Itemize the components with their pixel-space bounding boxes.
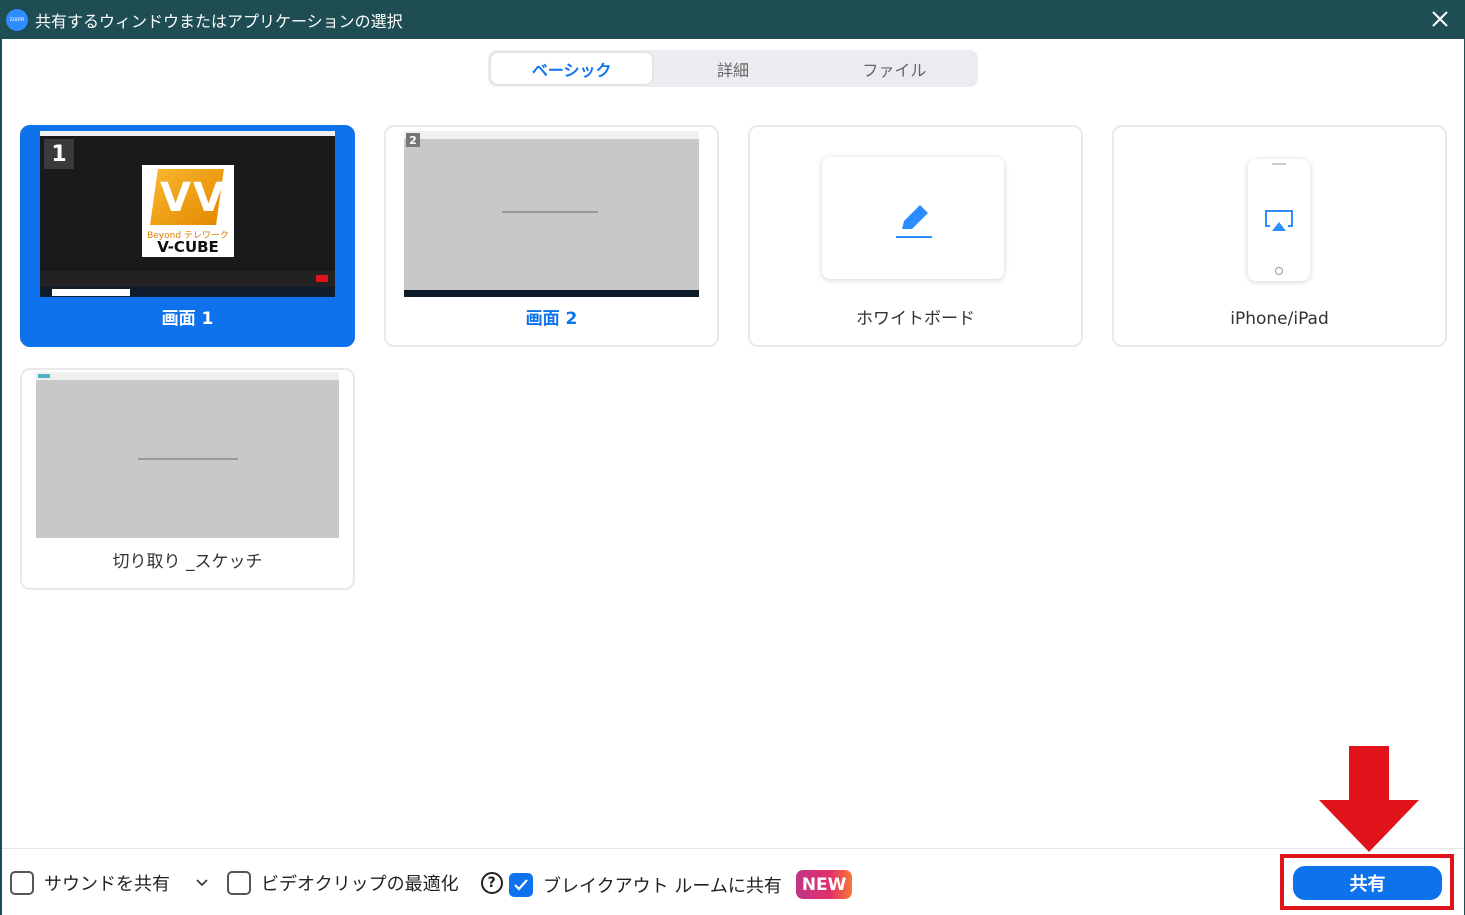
screen-1-thumbnail: 1 VV Beyond テレワーク V-CUBE <box>40 131 335 297</box>
tab-files[interactable]: ファイル <box>814 53 975 84</box>
share-card-iphone-ipad[interactable]: iPhone/iPad <box>1112 125 1447 347</box>
share-card-screen-1[interactable]: 1 VV Beyond テレワーク V-CUBE 画面 1 <box>20 125 355 347</box>
whiteboard-preview <box>822 157 1004 279</box>
iphone-ipad-label: iPhone/iPad <box>1230 309 1329 329</box>
screen-1-label: 画面 1 <box>161 309 214 329</box>
breakout-share-checkbox[interactable] <box>509 872 533 897</box>
whiteboard-label: ホワイトボード <box>856 309 975 329</box>
share-button[interactable]: 共有 <box>1293 866 1442 900</box>
snip-sketch-thumbnail <box>36 372 339 538</box>
share-tabs: ベーシック 詳細 ファイル <box>488 50 978 87</box>
screen-2-thumbnail: 2 <box>404 131 699 297</box>
phone-preview <box>1248 159 1310 281</box>
vcube-logo: VV Beyond テレワーク V-CUBE <box>142 165 234 257</box>
share-card-screen-2[interactable]: 2 画面 2 <box>384 125 719 347</box>
checkmark-icon <box>514 878 528 891</box>
breakout-share-label: ブレイクアウト ルームに共有 <box>543 875 782 897</box>
screen-number-badge: 1 <box>44 139 74 169</box>
screen-2-label: 画面 2 <box>525 309 578 329</box>
pencil-icon <box>896 205 932 238</box>
optimize-video-checkbox[interactable] <box>227 871 251 895</box>
optimize-video-label: ビデオクリップの最適化 <box>261 874 459 895</box>
zoom-logo-icon: zoom <box>6 8 28 31</box>
share-sound-option: サウンドを共有 <box>10 870 208 896</box>
optimize-video-option: ビデオクリップの最適化 ? <box>227 870 503 896</box>
tab-basic[interactable]: ベーシック <box>491 53 653 84</box>
help-icon[interactable]: ? <box>480 872 503 894</box>
close-icon[interactable] <box>1429 8 1451 30</box>
share-sound-checkbox[interactable] <box>10 871 34 895</box>
tab-advanced[interactable]: 詳細 <box>652 53 813 84</box>
airplay-icon <box>1265 210 1293 231</box>
window-frame-left <box>0 39 2 915</box>
red-arrow-annotation <box>1319 746 1419 852</box>
bottom-divider <box>2 848 1464 849</box>
chevron-down-icon[interactable] <box>196 879 208 887</box>
screen-number-badge: 2 <box>406 133 420 147</box>
share-sound-label: サウンドを共有 <box>44 874 170 895</box>
snip-sketch-label: 切り取り _スケッチ <box>112 552 263 572</box>
window-title: 共有するウィンドウまたはアプリケーションの選択 <box>35 11 403 31</box>
share-card-whiteboard[interactable]: ホワイトボード <box>748 125 1083 347</box>
share-card-snip-sketch[interactable]: 切り取り _スケッチ <box>20 368 355 590</box>
title-bar: zoom 共有するウィンドウまたはアプリケーションの選択 <box>0 0 1465 39</box>
breakout-share-option: ブレイクアウト ルームに共有 NEW <box>509 870 853 899</box>
new-badge: NEW <box>795 870 853 899</box>
